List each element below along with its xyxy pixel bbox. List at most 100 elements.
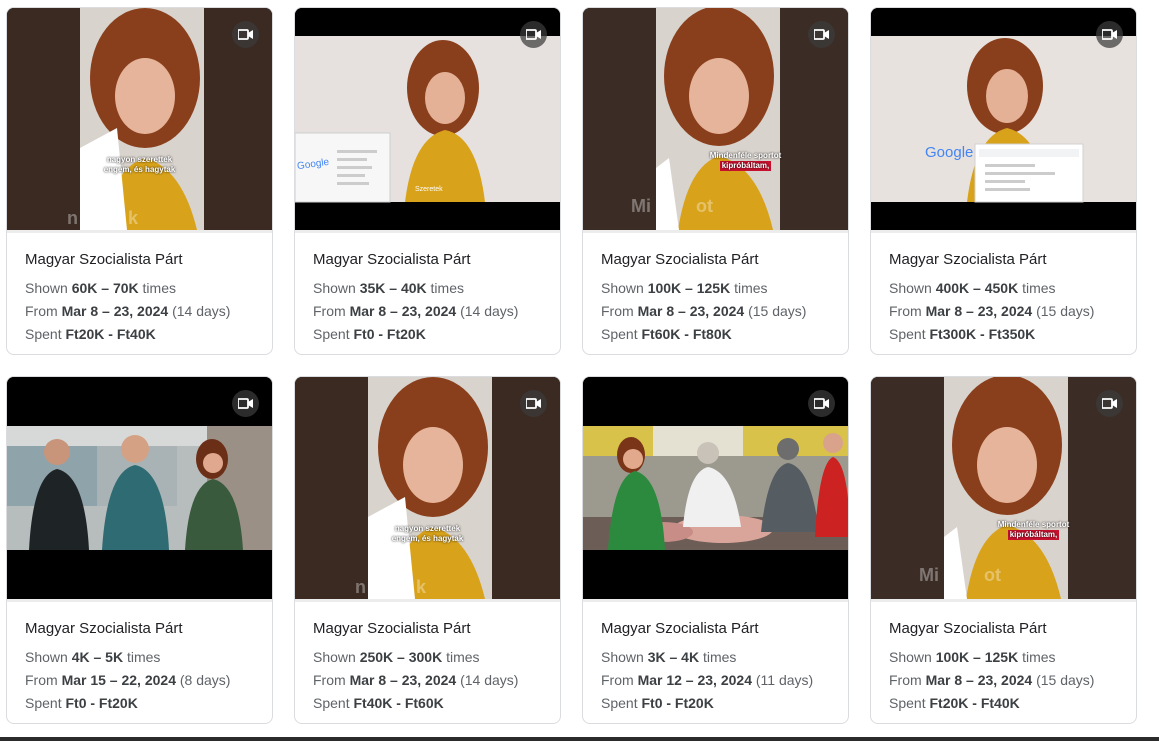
ad-thumbnail[interactable]: Google Szeretek bbox=[295, 8, 560, 230]
caption-line: engem, és hagytak bbox=[391, 534, 464, 543]
video-camera-icon bbox=[232, 21, 259, 48]
date-range: Mar 8 – 23, 2024 bbox=[349, 303, 457, 319]
impressions-range: 60K – 70K bbox=[71, 280, 139, 296]
duration: (14 days) bbox=[460, 303, 519, 319]
ad-thumbnail[interactable]: Mindenféle sportot kipróbáltam, Mi ot bbox=[871, 377, 1136, 599]
date-range-row: From Mar 15 – 22, 2024 (8 days) bbox=[25, 669, 262, 692]
label: Shown bbox=[313, 280, 356, 296]
label: From bbox=[25, 672, 58, 688]
impressions-range: 35K – 40K bbox=[359, 280, 427, 296]
impressions-row: Shown 400K – 450K times bbox=[889, 277, 1126, 300]
ad-details: Magyar Szocialista Párt Shown 400K – 450… bbox=[889, 249, 1126, 346]
ad-card[interactable]: Magyar Szocialista Párt Shown 3K – 4K ti… bbox=[582, 376, 849, 724]
label: times bbox=[126, 649, 161, 665]
duration: (14 days) bbox=[460, 672, 519, 688]
ad-thumbnail[interactable]: nagyon szerettek engem, és hagytak n k bbox=[295, 377, 560, 599]
window-bottom-edge bbox=[0, 737, 1159, 741]
duration: (8 days) bbox=[179, 672, 231, 688]
ad-thumbnail[interactable] bbox=[7, 377, 272, 599]
impressions-row: Shown 60K – 70K times bbox=[25, 277, 262, 300]
date-range: Mar 8 – 23, 2024 bbox=[61, 303, 169, 319]
thumbnail-divider bbox=[583, 599, 848, 602]
date-range-row: From Mar 8 – 23, 2024 (15 days) bbox=[601, 300, 838, 323]
spend-row: Spent Ft20K - Ft40K bbox=[25, 323, 262, 346]
caption-line: kipróbáltam, bbox=[1007, 530, 1060, 540]
thumbnail-divider bbox=[871, 599, 1136, 602]
spend-range: Ft60K - Ft80K bbox=[641, 326, 732, 342]
video-caption: nagyon szerettek engem, és hagytak bbox=[295, 524, 560, 544]
video-camera-icon bbox=[808, 390, 835, 417]
advertiser-name[interactable]: Magyar Szocialista Párt bbox=[25, 249, 262, 271]
impressions-range: 400K – 450K bbox=[935, 280, 1019, 296]
label: times bbox=[142, 280, 176, 296]
spend-range: Ft300K - Ft350K bbox=[929, 326, 1036, 342]
ad-card[interactable]: nagyon szerettek engem, és hagytak n k M… bbox=[6, 7, 273, 355]
spend-row: Spent Ft60K - Ft80K bbox=[601, 323, 838, 346]
impressions-range: 3K – 4K bbox=[647, 649, 700, 665]
date-range-row: From Mar 8 – 23, 2024 (15 days) bbox=[889, 669, 1126, 692]
advertiser-name[interactable]: Magyar Szocialista Párt bbox=[25, 618, 262, 640]
label: Spent bbox=[25, 326, 62, 342]
ad-card[interactable]: Google Szeretek Magyar Szocialista Párt … bbox=[294, 7, 561, 355]
thumbnail-divider bbox=[7, 230, 272, 233]
ad-card[interactable]: Mindenféle sportot kipróbáltam, Mi ot Ma… bbox=[870, 376, 1137, 724]
ad-thumbnail[interactable]: Google bbox=[871, 8, 1136, 230]
label: times bbox=[430, 280, 464, 296]
thumbnail-watermark: n k bbox=[355, 577, 427, 597]
spend-row: Spent Ft0 - Ft20K bbox=[25, 692, 262, 715]
advertiser-name[interactable]: Magyar Szocialista Párt bbox=[889, 249, 1126, 271]
video-camera-icon bbox=[232, 390, 259, 417]
label: Spent bbox=[313, 326, 350, 342]
date-range: Mar 8 – 23, 2024 bbox=[349, 672, 457, 688]
spend-range: Ft0 - Ft20K bbox=[641, 695, 714, 711]
date-range-row: From Mar 8 – 23, 2024 (14 days) bbox=[313, 669, 550, 692]
thumbnail-divider bbox=[871, 230, 1136, 233]
thumbnail-watermark: n k bbox=[67, 208, 139, 228]
ad-thumbnail[interactable]: nagyon szerettek engem, és hagytak n k bbox=[7, 8, 272, 230]
ad-thumbnail[interactable] bbox=[583, 377, 848, 599]
thumbnail-divider bbox=[295, 230, 560, 233]
label: From bbox=[601, 303, 634, 319]
date-range-row: From Mar 8 – 23, 2024 (15 days) bbox=[889, 300, 1126, 323]
label: Spent bbox=[601, 695, 638, 711]
date-range: Mar 8 – 23, 2024 bbox=[925, 672, 1033, 688]
caption-line: nagyon szerettek bbox=[106, 155, 173, 164]
label: From bbox=[601, 672, 634, 688]
ad-card[interactable]: Magyar Szocialista Párt Shown 4K – 5K ti… bbox=[6, 376, 273, 724]
date-range-row: From Mar 8 – 23, 2024 (14 days) bbox=[25, 300, 262, 323]
ad-thumbnail[interactable]: Mindenféle sportot kipróbáltam, Mi ot bbox=[583, 8, 848, 230]
label: From bbox=[889, 303, 922, 319]
video-caption: Mindenféle sportot kipróbáltam, bbox=[901, 520, 1136, 540]
label: Shown bbox=[601, 280, 644, 296]
advertiser-name[interactable]: Magyar Szocialista Párt bbox=[889, 618, 1126, 640]
label: From bbox=[889, 672, 922, 688]
duration: (15 days) bbox=[1036, 672, 1095, 688]
advertiser-name[interactable]: Magyar Szocialista Párt bbox=[601, 618, 838, 640]
advertiser-name[interactable]: Magyar Szocialista Párt bbox=[313, 618, 550, 640]
impressions-range: 100K – 125K bbox=[935, 649, 1019, 665]
spend-row: Spent Ft300K - Ft350K bbox=[889, 323, 1126, 346]
video-camera-icon bbox=[808, 21, 835, 48]
caption-line: nagyon szerettek bbox=[394, 524, 461, 533]
ad-details: Magyar Szocialista Párt Shown 100K – 125… bbox=[601, 249, 838, 346]
label: Shown bbox=[25, 280, 68, 296]
spend-range: Ft0 - Ft20K bbox=[65, 695, 138, 711]
duration: (15 days) bbox=[748, 303, 807, 319]
duration: (15 days) bbox=[1036, 303, 1095, 319]
spend-row: Spent Ft40K - Ft60K bbox=[313, 692, 550, 715]
ad-card[interactable]: Mindenféle sportot kipróbáltam, Mi ot Ma… bbox=[582, 7, 849, 355]
advertiser-name[interactable]: Magyar Szocialista Párt bbox=[601, 249, 838, 271]
ad-card[interactable]: nagyon szerettek engem, és hagytak n k M… bbox=[294, 376, 561, 724]
ad-card[interactable]: Google Magyar Szocialista Párt Shown 400… bbox=[870, 7, 1137, 355]
label: From bbox=[313, 303, 346, 319]
thumbnail-divider bbox=[583, 230, 848, 233]
impressions-range: 100K – 125K bbox=[647, 280, 731, 296]
label: From bbox=[25, 303, 58, 319]
caption-line: kipróbáltam, bbox=[719, 161, 772, 171]
spend-row: Spent Ft0 - Ft20K bbox=[601, 692, 838, 715]
impressions-row: Shown 100K – 125K times bbox=[601, 277, 838, 300]
advertiser-name[interactable]: Magyar Szocialista Párt bbox=[313, 249, 550, 271]
label: Spent bbox=[25, 695, 62, 711]
ad-details: Magyar Szocialista Párt Shown 60K – 70K … bbox=[25, 249, 262, 346]
spend-range: Ft20K - Ft40K bbox=[929, 695, 1020, 711]
